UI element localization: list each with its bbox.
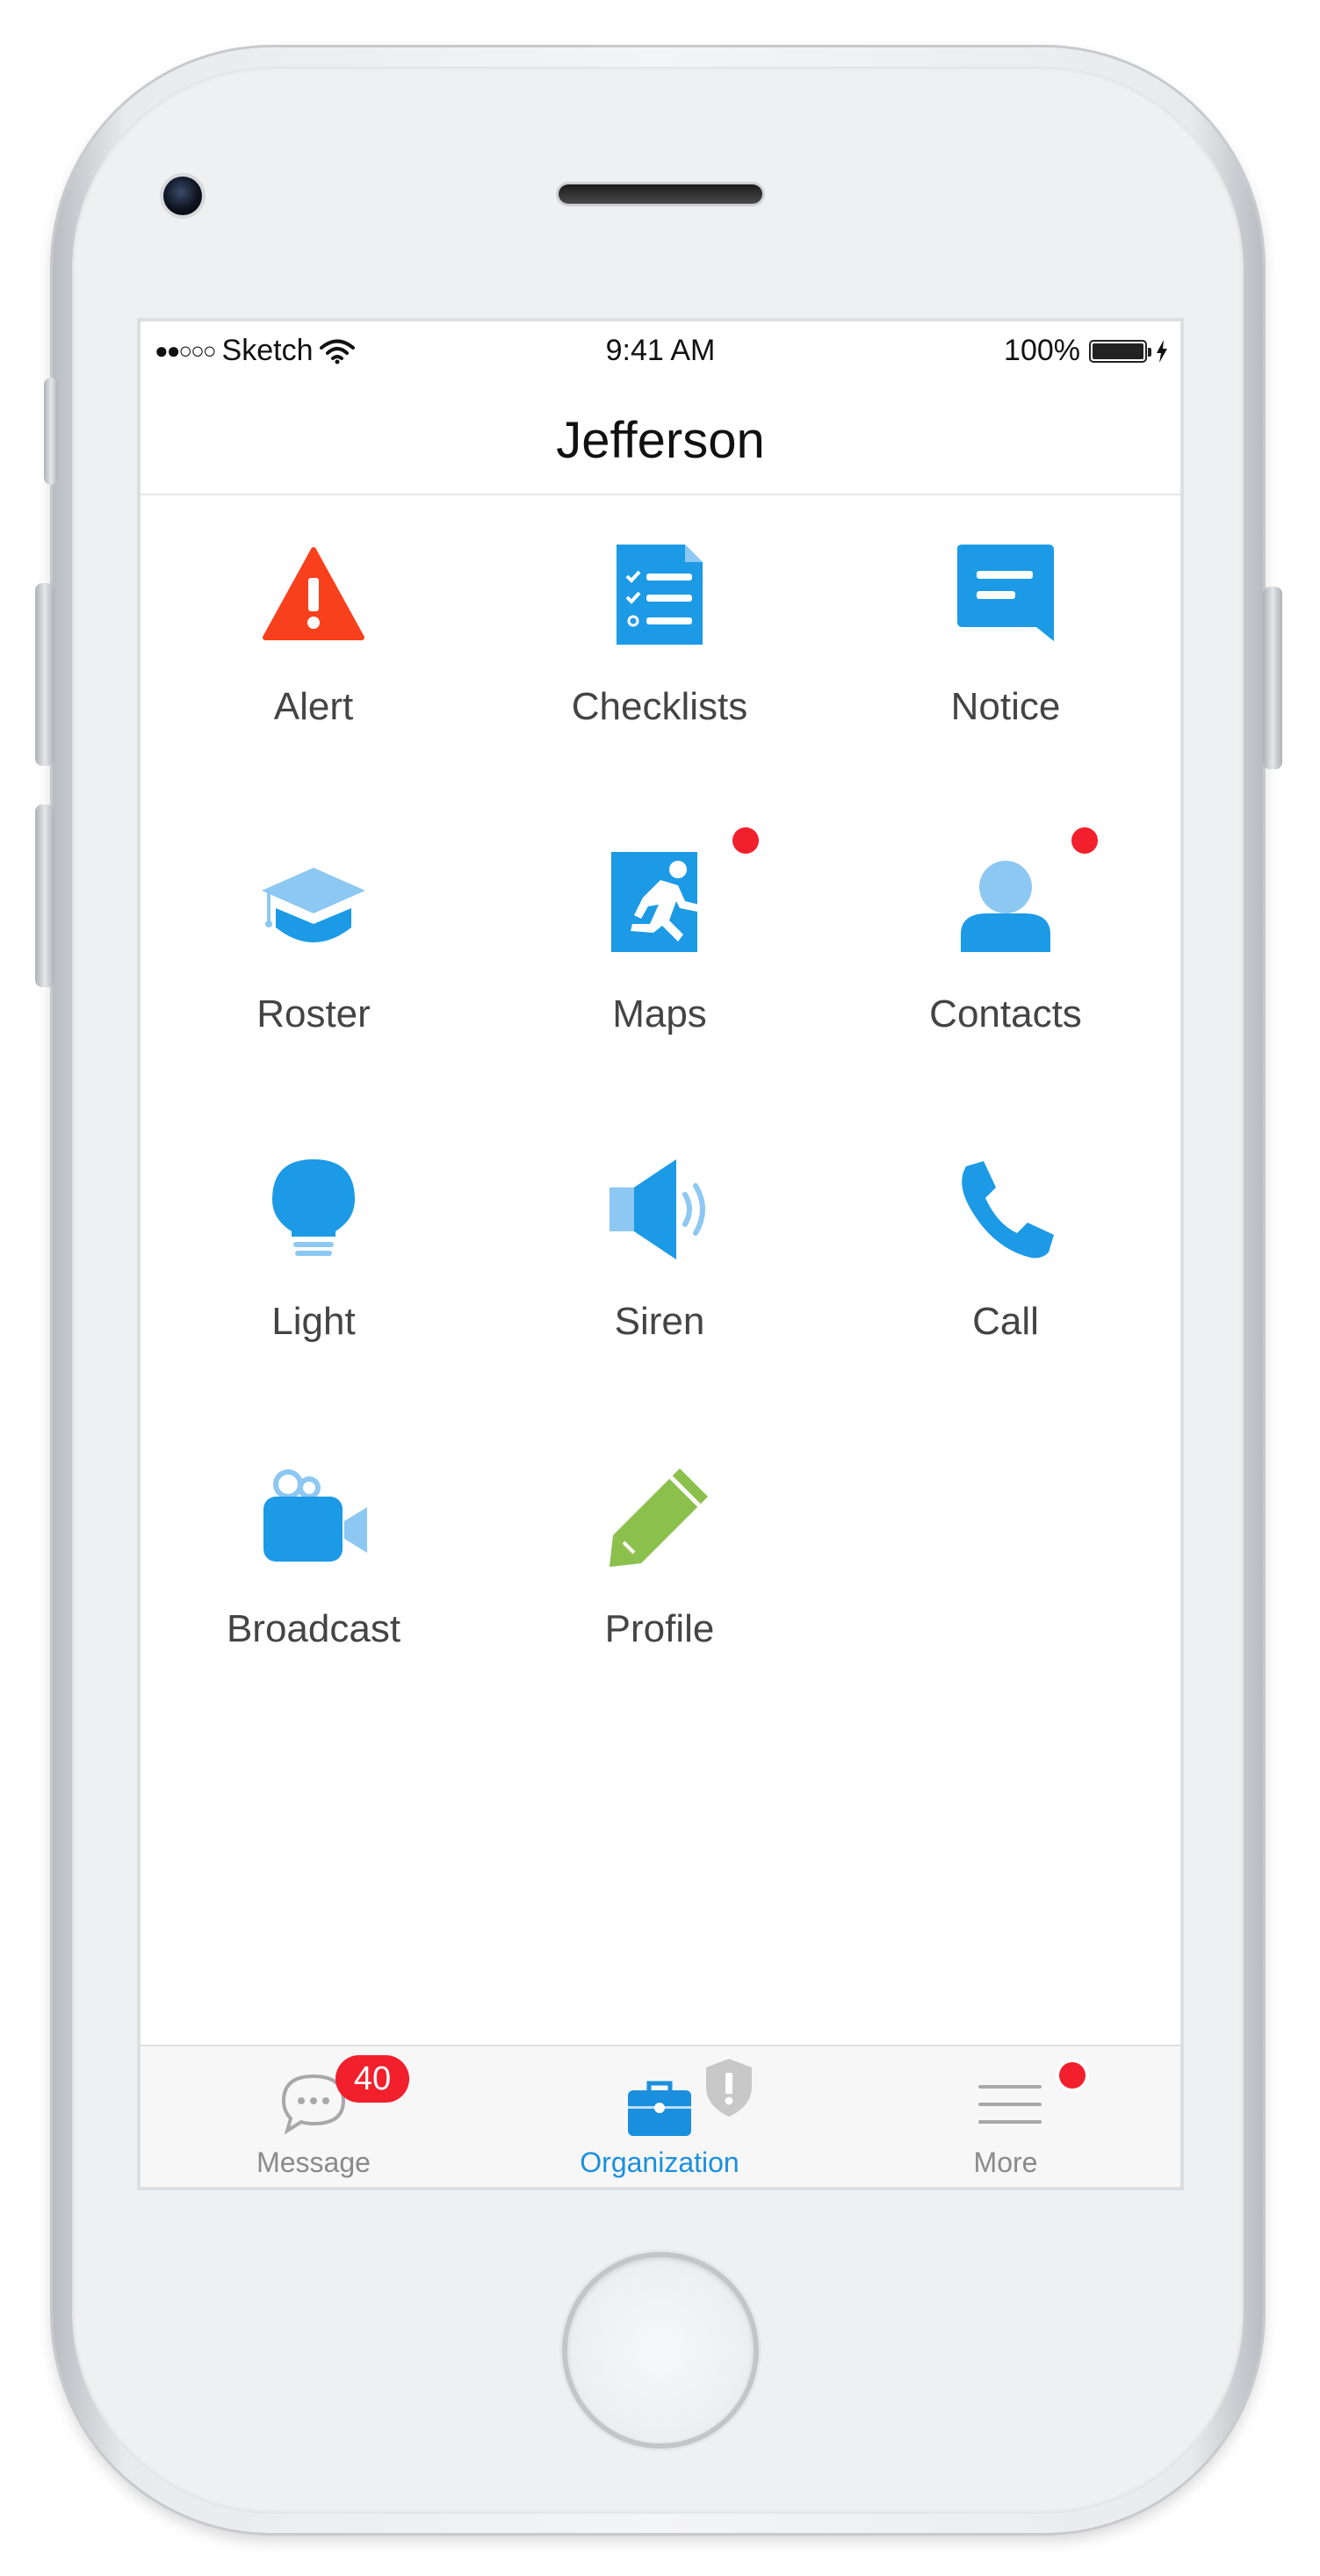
status-bar: ●●○○○ Sketch 9:41 AM 100% — [141, 321, 1180, 376]
tab-more[interactable]: More — [833, 2046, 1179, 2187]
pencil-icon — [610, 1468, 708, 1567]
tile-checklists[interactable]: Checklists — [487, 494, 833, 801]
front-camera — [163, 177, 202, 215]
tile-label: Profile — [604, 1607, 715, 1650]
mute-switch — [44, 378, 58, 485]
power-button — [1263, 587, 1282, 769]
briefcase-icon — [628, 2081, 691, 2136]
charging-bolt-icon — [1157, 339, 1167, 363]
menu-lines-icon — [978, 2085, 1042, 2124]
tab-label: Organization — [580, 2147, 739, 2178]
tile-label: Broadcast — [226, 1607, 401, 1650]
light-bulb-icon — [272, 1159, 355, 1256]
tile-label: Contacts — [929, 992, 1082, 1035]
tile-maps[interactable]: Maps — [487, 801, 833, 1108]
checklist-icon — [617, 545, 703, 645]
tile-label: Alert — [273, 685, 354, 728]
notification-dot — [1071, 827, 1098, 854]
tile-profile[interactable]: Profile — [487, 1416, 833, 1723]
tile-label: Call — [972, 1300, 1039, 1343]
tile-roster[interactable]: Roster — [141, 801, 487, 1108]
tile-light[interactable]: Light — [141, 1108, 487, 1416]
tile-call[interactable]: Call — [833, 1108, 1179, 1416]
notice-message-icon — [957, 545, 1054, 641]
shield-alert-icon — [706, 2059, 752, 2117]
tab-label: More — [973, 2147, 1038, 2178]
home-button[interactable] — [567, 2257, 754, 2443]
tile-notice[interactable]: Notice — [833, 494, 1179, 801]
page-title: Jefferson — [556, 412, 765, 469]
notification-dot — [732, 827, 759, 854]
tab-message[interactable]: 40 Message — [141, 2046, 487, 2187]
volume-up-button — [35, 583, 54, 766]
tile-contacts[interactable]: Contacts — [833, 801, 1179, 1108]
alert-triangle-icon — [263, 547, 364, 640]
emergency-exit-icon — [611, 852, 710, 952]
tab-label: Message — [256, 2147, 371, 2178]
tab-organization[interactable]: Organization — [487, 2046, 833, 2187]
navigation-bar: Jefferson — [141, 376, 1180, 495]
battery-percent: 100% — [1004, 334, 1080, 367]
notification-dot — [1059, 2062, 1086, 2089]
phone-icon — [962, 1161, 1054, 1259]
tile-label: Light — [271, 1300, 356, 1343]
tile-label: Maps — [612, 992, 707, 1035]
battery-fill — [1093, 343, 1143, 359]
earpiece-speaker — [559, 184, 762, 204]
volume-down-button — [35, 805, 54, 987]
status-right: 100% — [1004, 334, 1168, 368]
battery-icon — [1089, 339, 1151, 363]
speaker-icon — [610, 1159, 705, 1259]
tile-broadcast[interactable]: Broadcast — [141, 1416, 487, 1723]
tile-label: Notice — [950, 685, 1061, 728]
contact-person-icon — [961, 861, 1050, 952]
tile-label: Siren — [614, 1300, 705, 1343]
tab-bar: 40 Message Organization More — [141, 2045, 1180, 2187]
tile-alert[interactable]: Alert — [141, 494, 487, 801]
graduation-cap-icon — [262, 868, 365, 942]
tile-siren[interactable]: Siren — [487, 1108, 833, 1416]
video-camera-icon — [263, 1469, 367, 1562]
app-screen: ●●○○○ Sketch 9:41 AM 100% Jefferson Aler… — [141, 321, 1180, 2187]
tile-label: Roster — [256, 992, 371, 1035]
unread-count-badge: 40 — [335, 2055, 409, 2103]
tile-label: Checklists — [571, 685, 748, 728]
